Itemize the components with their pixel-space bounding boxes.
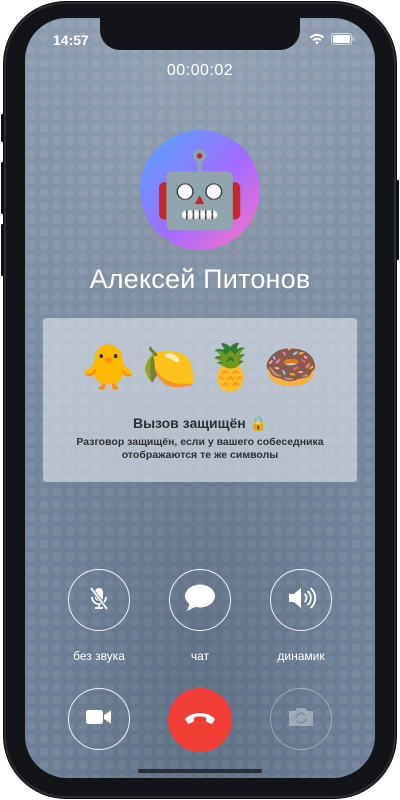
mute-button[interactable] xyxy=(68,569,130,631)
camera-switch-icon xyxy=(286,704,316,735)
caller-name: Алексей Питонов xyxy=(89,264,311,294)
battery-icon xyxy=(331,32,355,50)
call-timer: 00:00:02 xyxy=(166,62,234,79)
side-button xyxy=(396,180,399,260)
speaker-icon xyxy=(285,584,317,617)
encryption-key-card[interactable]: 🐥 🍋 🍍 🍩 Вызов защищён 🔒 Разговор защищён… xyxy=(43,318,357,482)
encryption-emoji-row: 🐥 🍋 🍍 🍩 xyxy=(43,346,357,390)
end-call-button[interactable] xyxy=(168,688,232,752)
side-button xyxy=(1,114,4,142)
mute-label: без звука xyxy=(73,649,125,663)
phone-hangup-icon xyxy=(182,708,218,733)
doughnut-emoji-icon: 🍩 xyxy=(263,343,319,392)
speaker-button[interactable] xyxy=(270,569,332,631)
call-screen: 14:57 00:00:02 🤖 Алексей Питонов 🐥 🍋 🍍 🍩… xyxy=(25,18,375,778)
video-camera-icon xyxy=(84,706,114,733)
caller-avatar: 🤖 xyxy=(140,130,260,250)
robot-emoji-icon: 🤖 xyxy=(153,148,247,231)
status-icons xyxy=(309,32,355,50)
status-time: 14:57 xyxy=(53,32,89,48)
switch-camera-button[interactable] xyxy=(270,688,332,750)
pineapple-emoji-icon: 🍍 xyxy=(203,343,258,392)
side-button xyxy=(1,224,4,276)
side-button xyxy=(1,162,4,214)
lemon-emoji-icon: 🍋 xyxy=(142,343,197,392)
chick-emoji-icon: 🐥 xyxy=(81,343,137,392)
encryption-title: Вызов защищён 🔒 xyxy=(132,415,268,431)
chat-bubble-icon xyxy=(183,583,217,618)
wifi-icon xyxy=(309,32,325,50)
notch xyxy=(100,18,300,50)
microphone-off-icon xyxy=(84,583,114,618)
encryption-description: Разговор защищён, если у вашего собеседн… xyxy=(76,436,324,461)
speaker-label: динамик xyxy=(277,649,325,663)
chat-label: чат xyxy=(190,649,210,663)
video-button[interactable] xyxy=(68,688,130,750)
home-indicator[interactable] xyxy=(138,769,262,773)
chat-button[interactable] xyxy=(169,569,231,631)
